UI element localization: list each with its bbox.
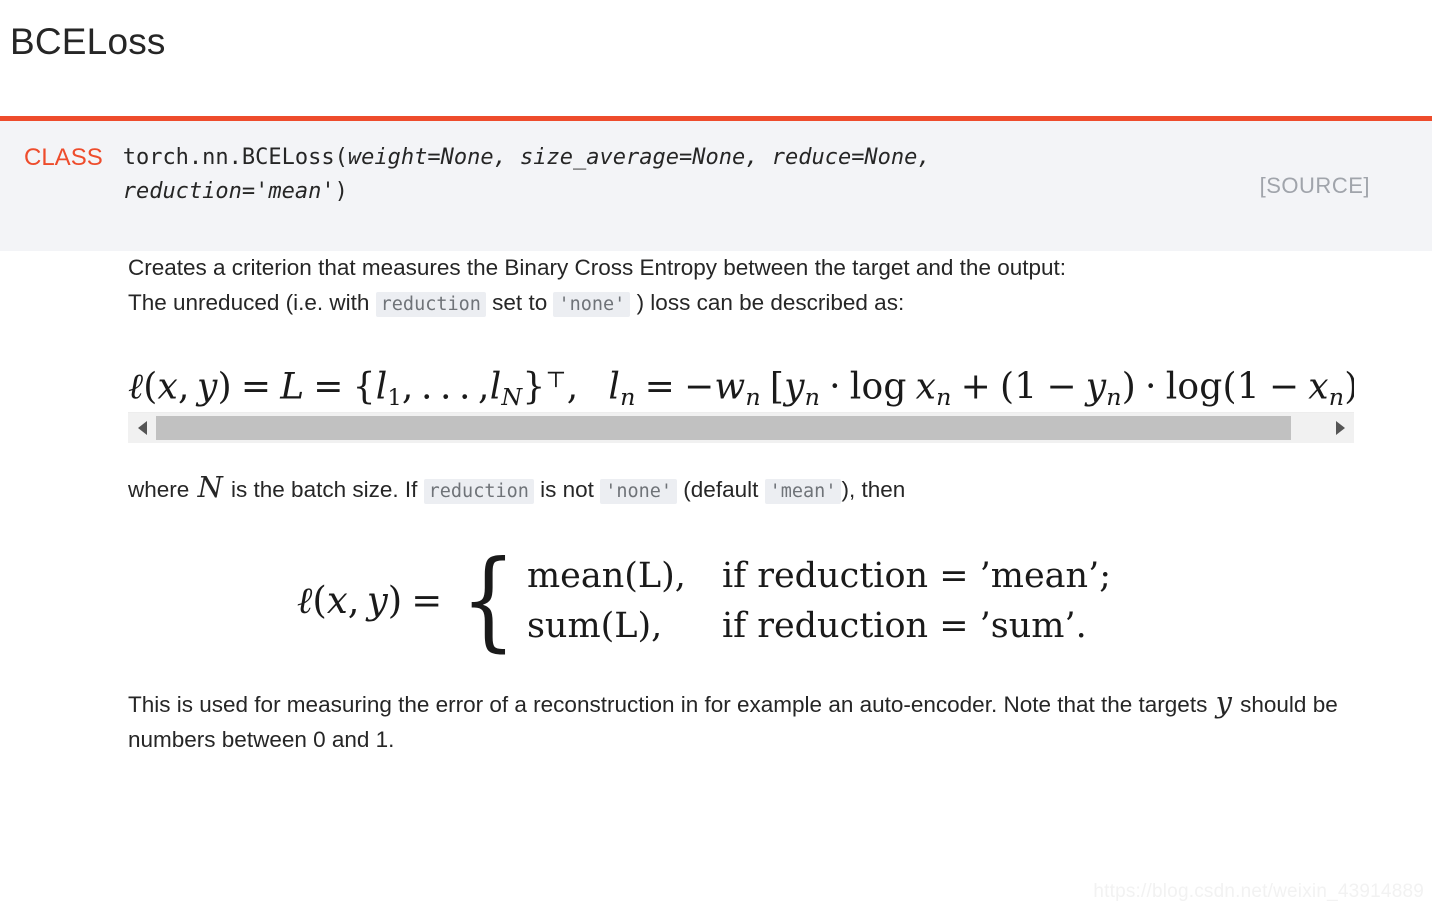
batch-text-2: is the batch size. If (231, 477, 418, 503)
description-paragraph: Creates a criterion that measures the Bi… (128, 254, 1067, 280)
cases-lhs: ℓ(x, y) = (296, 579, 443, 623)
unreduced-equation-container: ℓ(x, y) = L = {l1, . . . ,lN}⊤, ln = −wn [yn · log… (128, 350, 1354, 444)
class-signature-block: CLASS torch.nn.BCELoss(weight=None, size… (0, 115, 1432, 251)
case-condition-mean: if reduction = ’mean’; (721, 556, 1112, 597)
scroll-left-button[interactable] (128, 413, 156, 444)
scroll-right-button[interactable] (1326, 413, 1354, 444)
batch-text-5: ), then (841, 477, 906, 503)
doc-content: Creates a criterion that measures the Bi… (0, 251, 1400, 758)
left-curly-brace-icon: { (461, 538, 517, 664)
left-arrow-icon (137, 421, 147, 436)
equation-horizontal-scrollbar[interactable] (128, 412, 1354, 444)
code-chip-reduction-2: reduction (423, 479, 534, 505)
class-signature-code: torch.nn.BCELoss(weight=None, size_avera… (123, 141, 931, 209)
source-link[interactable]: [SOURCE] (1260, 173, 1370, 199)
class-keyword-label: CLASS (24, 143, 103, 171)
code-chip-none-2: 'none' (600, 479, 678, 505)
unreduced-paragraph: The unreduced (i.e. with reduction set t… (128, 286, 1400, 321)
batch-text-1: where (128, 477, 190, 503)
batch-text-3: is not (540, 477, 594, 503)
reduction-cases-equation: ℓ(x, y) = { mean(L), if reduction = ’mean… (128, 538, 1400, 664)
signature-left: CLASS torch.nn.BCELoss(weight=None, size… (0, 141, 1432, 209)
signature-params-line-1: weight=None, size_average=None, reduce=N… (347, 144, 931, 170)
unreduced-text-2: set to (492, 289, 548, 315)
unreduced-text-1: The unreduced (i.e. with (128, 289, 370, 315)
code-chip-mean: 'mean' (764, 479, 842, 505)
page-title: BCELoss (10, 21, 166, 62)
unreduced-equation-viewport: ℓ(x, y) = L = {l1, . . . ,lN}⊤, ln = −wn [yn · log… (128, 350, 1354, 412)
batch-size-paragraph: where N is the batch size. If reduction … (128, 473, 1400, 508)
signature-closing-paren: ) (334, 178, 348, 204)
code-chip-reduction: reduction (375, 291, 486, 317)
watermark: https://blog.csdn.net/weixin_43914889 (1093, 881, 1424, 902)
cases-rows: mean(L), if reduction = ’mean’; sum(L), … (527, 556, 1111, 646)
autoencoder-text-1: This is used for measuring the error of … (128, 692, 1208, 718)
cases-group: { mean(L), if reduction = ’mean’; sum(L)… (454, 538, 1111, 664)
inline-math-y: y (1215, 685, 1232, 720)
unreduced-text-3: ) loss can be described as: (636, 289, 905, 315)
batch-text-4: (default (683, 477, 759, 503)
scrollbar-thumb[interactable] (156, 416, 1291, 441)
case-value-sum: sum(L), (526, 606, 663, 647)
autoencoder-paragraph: This is used for measuring the error of … (128, 688, 1400, 758)
unreduced-equation: ℓ(x, y) = L = {l1, . . . ,lN}⊤, ln = −wn [yn · log… (128, 367, 1354, 412)
signature-params-line-2: reduction='mean' (122, 178, 335, 204)
case-condition-sum: if reduction = ’sum’. (721, 606, 1087, 647)
right-arrow-icon (1335, 421, 1345, 436)
scrollbar-track[interactable] (156, 413, 1326, 444)
qualified-name: torch.nn.BCELoss( (122, 144, 348, 170)
code-chip-none: 'none' (553, 291, 631, 317)
case-value-mean: mean(L), (526, 556, 686, 597)
inline-math-N: N (197, 470, 223, 505)
